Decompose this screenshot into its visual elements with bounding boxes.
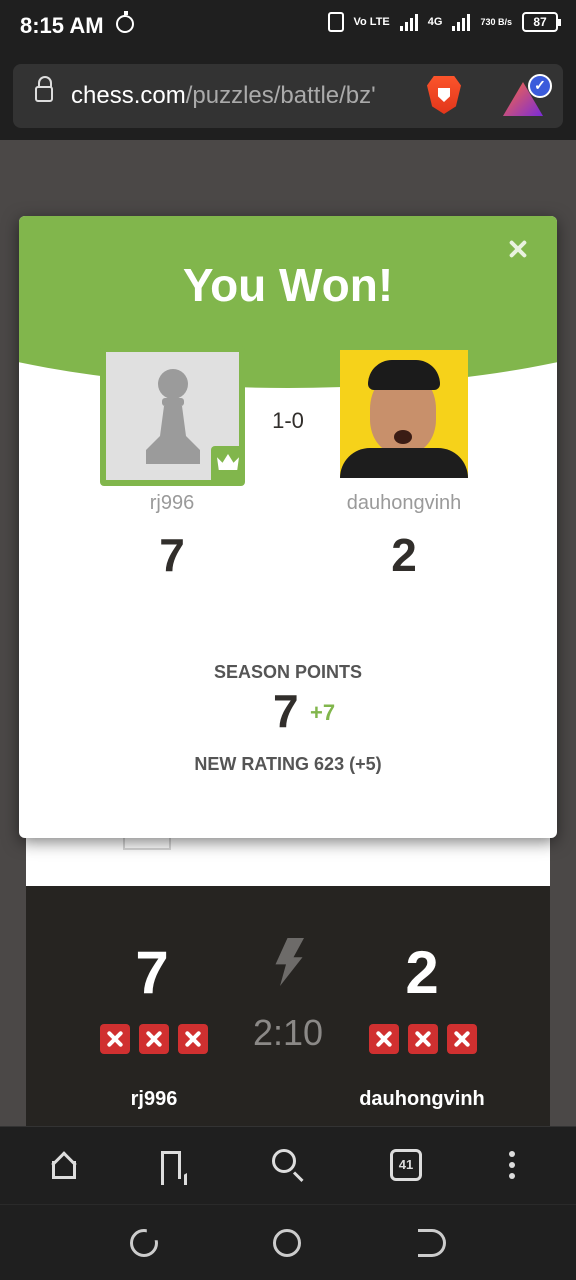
pawn-icon bbox=[146, 369, 200, 464]
browser-toolbar: 41 bbox=[0, 1126, 576, 1204]
right-miss-marks bbox=[369, 1024, 477, 1054]
lock-icon[interactable] bbox=[35, 76, 53, 102]
back-icon[interactable] bbox=[418, 1229, 446, 1257]
browser-address-bar: chess.com/puzzles/battle/bz' ✓ bbox=[0, 54, 576, 140]
url-path: /puzzles/battle/bz' bbox=[185, 82, 376, 109]
search-icon[interactable] bbox=[270, 1147, 306, 1183]
season-points-delta: +7 bbox=[310, 700, 336, 725]
match-result: 1-0 bbox=[272, 408, 304, 433]
system-home-icon[interactable] bbox=[273, 1229, 301, 1257]
url-field[interactable]: chess.com/puzzles/battle/bz' ✓ bbox=[13, 64, 563, 128]
battery-icon: 87 bbox=[522, 12, 561, 32]
status-indicators: Vo LTE 4G 730 B/s 87 bbox=[327, 12, 561, 32]
miss-x-icon bbox=[139, 1024, 169, 1054]
battle-left-score: 7 bbox=[135, 939, 169, 1006]
modal-title: You Won! bbox=[182, 259, 394, 311]
battle-right-name: dauhongvinh bbox=[359, 1088, 485, 1110]
opponent-avatar[interactable] bbox=[340, 350, 468, 478]
opponent-name[interactable]: dauhongvinh bbox=[304, 492, 504, 515]
verified-check-icon: ✓ bbox=[528, 74, 552, 98]
tabs-button[interactable]: 41 bbox=[388, 1147, 424, 1183]
signal-icon bbox=[399, 13, 418, 31]
home-icon[interactable] bbox=[46, 1147, 82, 1183]
winner-score: 7 bbox=[159, 529, 185, 581]
network-type: 4G bbox=[427, 16, 443, 28]
status-bar: 8:15 AM Vo LTE 4G 730 B/s 87 bbox=[0, 0, 576, 54]
more-menu-icon[interactable] bbox=[494, 1147, 530, 1183]
battle-right-score: 2 bbox=[405, 939, 439, 1006]
url-domain: chess.com bbox=[71, 82, 186, 109]
signal-icon-2 bbox=[452, 13, 471, 31]
brave-shields-icon[interactable] bbox=[427, 76, 461, 114]
bookmark-icon[interactable] bbox=[155, 1147, 191, 1183]
winner-name[interactable]: rj996 bbox=[72, 492, 272, 515]
recent-apps-icon[interactable] bbox=[130, 1229, 158, 1257]
close-icon[interactable] bbox=[505, 236, 531, 262]
winner-avatar[interactable] bbox=[100, 346, 245, 486]
season-points-value: 7 bbox=[273, 685, 299, 737]
shirt-shape bbox=[340, 448, 468, 478]
miss-x-icon bbox=[369, 1024, 399, 1054]
miss-x-icon bbox=[100, 1024, 130, 1054]
game-result-modal: You Won! 1-0 rj996 dauhongvinh 7 2 SEASO… bbox=[19, 216, 557, 838]
left-miss-marks bbox=[100, 1024, 208, 1054]
battle-timer: 2:10 bbox=[252, 1012, 324, 1053]
status-time: 8:15 AM bbox=[20, 13, 104, 38]
volte-indicator: Vo LTE bbox=[353, 16, 390, 28]
opponent-score: 2 bbox=[391, 529, 417, 581]
network-speed: 730 B/s bbox=[480, 17, 512, 27]
crown-icon bbox=[217, 454, 239, 470]
puzzle-board bbox=[26, 836, 550, 886]
battle-left-name: rj996 bbox=[130, 1088, 178, 1110]
system-navigation-bar bbox=[0, 1204, 576, 1280]
miss-x-icon bbox=[178, 1024, 208, 1054]
tab-count: 41 bbox=[390, 1149, 422, 1181]
vibrate-icon bbox=[327, 12, 344, 32]
new-rating: NEW RATING 623 (+5) bbox=[194, 754, 382, 774]
season-points-label: SEASON POINTS bbox=[213, 662, 363, 682]
mouth-shape bbox=[394, 430, 412, 444]
timer-icon bbox=[116, 11, 134, 33]
miss-x-icon bbox=[447, 1024, 477, 1054]
winner-badge bbox=[211, 446, 239, 480]
url-text[interactable]: chess.com/puzzles/battle/bz' bbox=[71, 82, 411, 110]
cap-shape bbox=[368, 360, 440, 390]
board-square bbox=[123, 836, 171, 850]
miss-x-icon bbox=[408, 1024, 438, 1054]
